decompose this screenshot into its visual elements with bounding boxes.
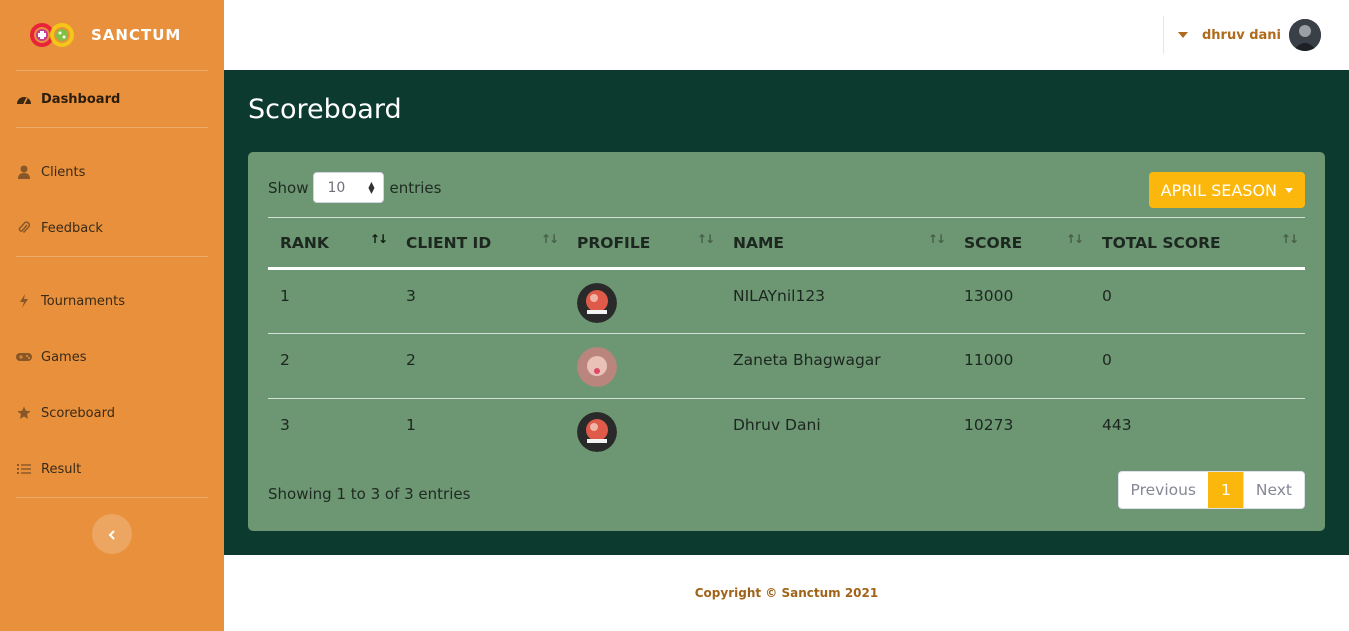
sort-icon: ↑↓ — [927, 232, 946, 246]
score-cell: 11000 — [952, 333, 1090, 399]
column-label: CLIENT ID — [406, 233, 492, 252]
column-header-client-id[interactable]: CLIENT ID ↑↓ — [394, 217, 565, 270]
scoreboard-card: Show 10 ▲ ▼ entries APRIL SEASON RANK ↑↓ C… — [248, 152, 1325, 531]
client-id-cell: 1 — [406, 416, 416, 434]
brand-name: SANCTUM — [91, 26, 182, 44]
sidebar-item-feedback[interactable]: Feedback — [0, 200, 224, 256]
profile-cell — [565, 268, 721, 334]
season-button-label: APRIL SEASON — [1160, 180, 1277, 200]
page-1-button[interactable]: 1 — [1208, 472, 1243, 508]
sort-icon: ↑↓ — [1280, 232, 1299, 246]
rank-cell: 2 — [268, 333, 394, 399]
paperclip-icon — [16, 221, 32, 235]
sort-icon: ↑↓ — [369, 232, 388, 246]
user-name: dhruv dani — [1201, 27, 1281, 43]
column-label: PROFILE — [577, 233, 651, 252]
tachometer-icon — [16, 92, 32, 106]
sort-icon: ↑↓ — [1065, 232, 1084, 246]
column-header-total-score[interactable]: TOTAL SCORE ↑↓ — [1090, 217, 1305, 270]
sidebar-item-scoreboard[interactable]: Scoreboard — [0, 385, 224, 441]
copyright-text: Copyright © Sanctum 2021 — [694, 586, 879, 600]
column-label: TOTAL SCORE — [1102, 233, 1221, 252]
sidebar-item-label: Scoreboard — [41, 405, 115, 421]
sort-icon: ↑↓ — [540, 232, 559, 246]
column-label: NAME — [733, 233, 784, 252]
table-row: 2 2 Zaneta Bhagwagar 11000 0 — [268, 333, 1305, 399]
gamepad-logo-icon — [30, 22, 76, 48]
entries-label: entries — [389, 178, 442, 197]
name-cell: NILAYnil123 — [721, 268, 952, 334]
sidebar-item-label: Dashboard — [41, 91, 121, 107]
total-score-cell: 0 — [1090, 268, 1305, 334]
sidebar-item-label: Games — [41, 349, 87, 365]
name-cell: Zaneta Bhagwagar — [721, 333, 952, 399]
total-score-cell: 0 — [1090, 333, 1305, 399]
sidebar: SANCTUM Dashboard Clients Feedback Tourn… — [0, 0, 224, 631]
page-title: Scoreboard — [248, 94, 402, 125]
profile-avatar — [577, 347, 617, 387]
caret-down-icon — [1285, 187, 1293, 193]
entries-length-control: Show 10 ▲ ▼ entries — [268, 172, 441, 203]
sidebar-item-label: Result — [41, 461, 82, 477]
profile-avatar — [577, 412, 617, 452]
rank-cell: 1 — [268, 268, 394, 334]
sidebar-toggle-button[interactable] — [92, 514, 132, 554]
topbar: dhruv dani — [224, 0, 1349, 70]
profile-cell — [565, 333, 721, 399]
name-cell: Dhruv Dani — [733, 416, 821, 434]
entries-select-value: 10 — [327, 179, 346, 196]
sidebar-divider — [16, 497, 208, 498]
table-row: 3 1 Dhruv Dani 10273 443 — [268, 399, 1305, 464]
column-header-score[interactable]: SCORE ↑↓ — [952, 217, 1090, 270]
user-icon — [16, 165, 32, 179]
sidebar-item-clients[interactable]: Clients — [0, 144, 224, 200]
main-content: Scoreboard Show 10 ▲ ▼ entries APRIL SEAS… — [224, 70, 1349, 555]
avatar — [1289, 19, 1321, 51]
gamepad-icon — [16, 350, 32, 364]
client-id-cell: 2 — [394, 333, 565, 399]
chevron-left-icon — [108, 525, 116, 544]
sidebar-item-label: Tournaments — [41, 293, 126, 309]
sidebar-item-result[interactable]: Result — [0, 441, 224, 497]
sidebar-item-games[interactable]: Games — [0, 329, 224, 385]
caret-down-icon — [1177, 32, 1188, 38]
profile-cell — [565, 399, 721, 464]
table-info: Showing 1 to 3 of 3 entries — [268, 485, 471, 503]
previous-page-button[interactable]: Previous — [1119, 472, 1209, 508]
client-id-cell: 3 — [394, 268, 565, 334]
entries-select[interactable]: 10 ▲ ▼ — [313, 172, 385, 203]
column-label: SCORE — [964, 233, 1023, 252]
star-icon — [16, 406, 32, 420]
brand[interactable]: SANCTUM — [0, 0, 224, 70]
total-score-cell: 443 — [1102, 416, 1132, 434]
column-header-rank[interactable]: RANK ↑↓ — [268, 217, 394, 270]
season-dropdown-button[interactable]: APRIL SEASON — [1148, 172, 1305, 208]
sidebar-item-label: Clients — [41, 164, 86, 180]
user-menu[interactable]: dhruv dani — [1177, 19, 1321, 51]
footer: Copyright © Sanctum 2021 — [224, 555, 1349, 631]
score-cell: 10273 — [964, 416, 1014, 434]
bolt-icon — [16, 294, 32, 308]
column-label: RANK — [280, 233, 329, 252]
scoreboard-table: RANK ↑↓ CLIENT ID ↑↓ PROFILE ↑↓ NAME ↑↓ SCOR… — [268, 217, 1305, 464]
table-row: 1 3 NILAYnil123 13000 0 — [268, 268, 1305, 334]
table-header-row: RANK ↑↓ CLIENT ID ↑↓ PROFILE ↑↓ NAME ↑↓ SCOR… — [268, 217, 1305, 270]
sidebar-item-label: Feedback — [41, 220, 103, 236]
next-page-button[interactable]: Next — [1242, 472, 1304, 508]
sidebar-item-tournaments[interactable]: Tournaments — [0, 273, 224, 329]
profile-avatar — [577, 283, 617, 323]
list-icon — [16, 462, 32, 476]
select-arrows-icon: ▲ ▼ — [368, 179, 375, 195]
column-header-profile[interactable]: PROFILE ↑↓ — [565, 217, 721, 270]
sort-icon: ↑↓ — [696, 232, 715, 246]
score-cell: 13000 — [952, 268, 1090, 334]
show-label: Show — [268, 178, 309, 197]
topbar-divider — [1163, 16, 1164, 54]
sidebar-item-dashboard[interactable]: Dashboard — [0, 71, 224, 127]
rank-cell: 3 — [280, 416, 290, 434]
pagination: Previous 1 Next — [1117, 471, 1305, 509]
column-header-name[interactable]: NAME ↑↓ — [721, 217, 952, 270]
